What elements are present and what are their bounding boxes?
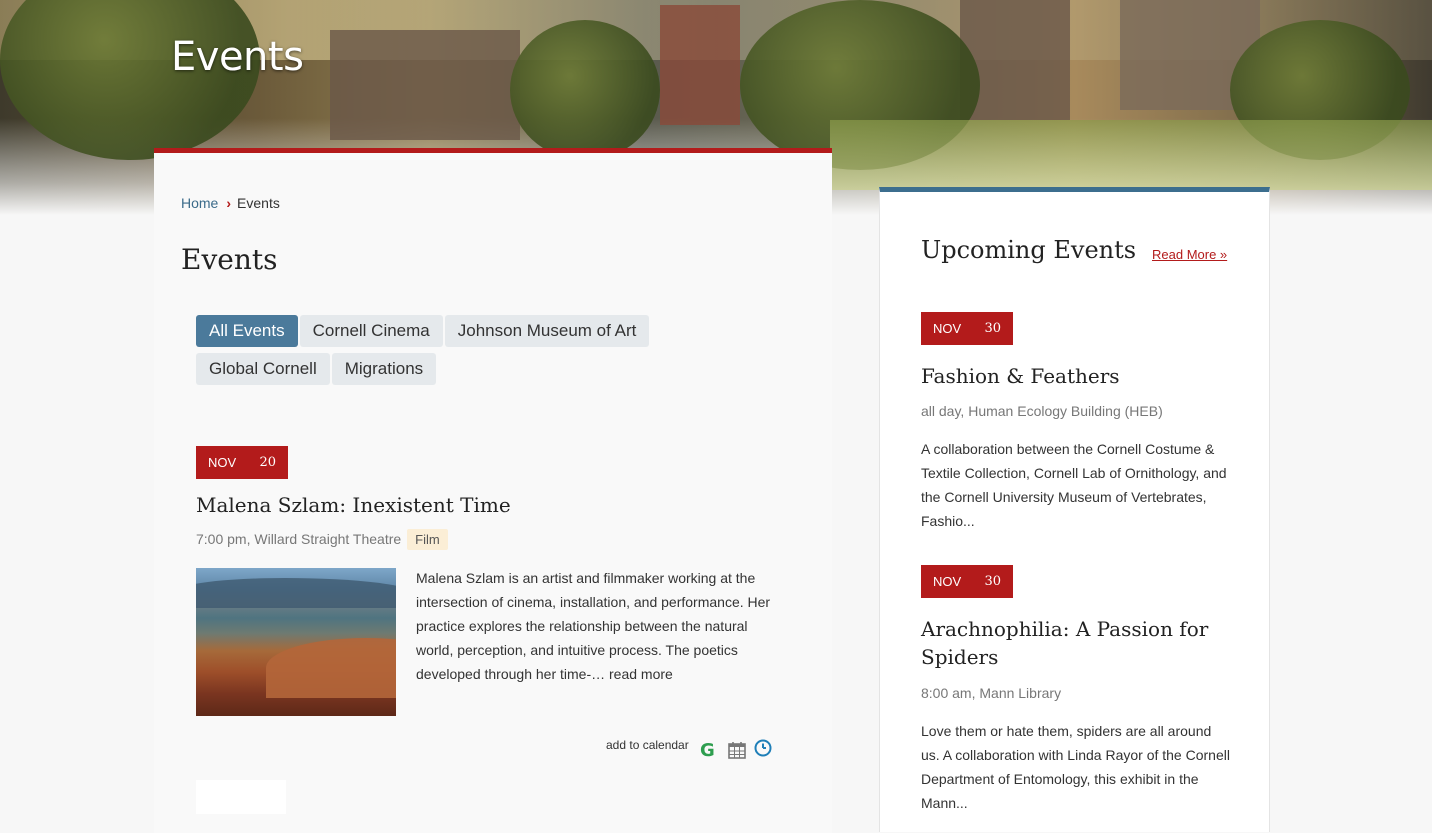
date-day: 30 (984, 574, 1001, 589)
chevron-right-icon: › (226, 195, 232, 211)
sidebar-event-meta: 8:00 am, Mann Library (921, 685, 1062, 701)
sidebar-event-date-badge: NOV 30 (921, 312, 1013, 345)
sidebar-event-title-link[interactable]: Arachnophilia: A Passion for Spiders (921, 615, 1221, 671)
sidebar-event-description: A collaboration between the Cornell Cost… (921, 441, 1227, 529)
sidebar-event-description: Love them or hate them, spiders are all … (921, 723, 1230, 811)
event-time-location: 7:00 pm, Willard Straight Theatre (196, 531, 402, 547)
hero-building (660, 5, 740, 125)
clock-icon[interactable] (753, 738, 773, 758)
sidebar-event-meta: all day, Human Ecology Building (HEB) (921, 403, 1163, 419)
filter-migrations[interactable]: Migrations (331, 353, 437, 385)
date-day: 20 (259, 455, 276, 470)
event-type-tag[interactable]: Film (407, 529, 448, 550)
page-title: Events (181, 243, 278, 276)
breadcrumb: Home › Events (181, 195, 280, 211)
svg-text:G: G (700, 740, 715, 760)
google-calendar-icon[interactable]: G (698, 740, 718, 760)
date-month: NOV (933, 574, 962, 589)
hero-title: Events (171, 34, 304, 80)
upcoming-events-sidebar: Upcoming Events Read More » NOV 30 Fashi… (879, 187, 1270, 832)
hero-tree (0, 0, 260, 160)
filter-johnson-museum[interactable]: Johnson Museum of Art (444, 315, 650, 347)
filter-cornell-cinema[interactable]: Cornell Cinema (299, 315, 443, 347)
event-image[interactable] (196, 568, 396, 716)
next-event-placeholder (196, 780, 286, 814)
hero-tree (510, 20, 660, 160)
date-day: 30 (984, 321, 1001, 336)
image-dune (266, 638, 396, 698)
event-description: Malena Szlam is an artist and filmmaker … (416, 566, 786, 686)
sidebar-event-date-badge: NOV 30 (921, 565, 1013, 598)
breadcrumb-current: Events (237, 195, 280, 211)
calendar-grid-icon[interactable] (727, 740, 747, 760)
main-content: Home › Events Events All Events Cornell Cin… (154, 148, 832, 833)
hero-building (330, 30, 520, 140)
sidebar-read-more-link[interactable]: Read More » (1152, 247, 1227, 262)
sidebar-event-title-link[interactable]: Fashion & Feathers (921, 362, 1233, 390)
breadcrumb-home-link[interactable]: Home (181, 195, 218, 211)
event-meta: 7:00 pm, Willard Straight Theatre Film (196, 529, 448, 550)
read-more-link[interactable]: read more (609, 666, 673, 682)
event-title-link[interactable]: Malena Szlam: Inexistent Time (196, 491, 511, 519)
event-date-badge: NOV 20 (196, 446, 288, 479)
date-month: NOV (933, 321, 962, 336)
event-description-text: Malena Szlam is an artist and filmmaker … (416, 570, 771, 682)
image-mountain-ridge (196, 578, 396, 608)
add-to-calendar-label: add to calendar (606, 738, 689, 752)
date-month: NOV (208, 455, 237, 470)
event-filter-tabs: All Events Cornell Cinema Johnson Museum o… (196, 315, 696, 391)
filter-all-events[interactable]: All Events (196, 315, 298, 347)
filter-global-cornell[interactable]: Global Cornell (196, 353, 330, 385)
sidebar-title: Upcoming Events (921, 236, 1137, 264)
hero-lawn (830, 120, 1432, 190)
